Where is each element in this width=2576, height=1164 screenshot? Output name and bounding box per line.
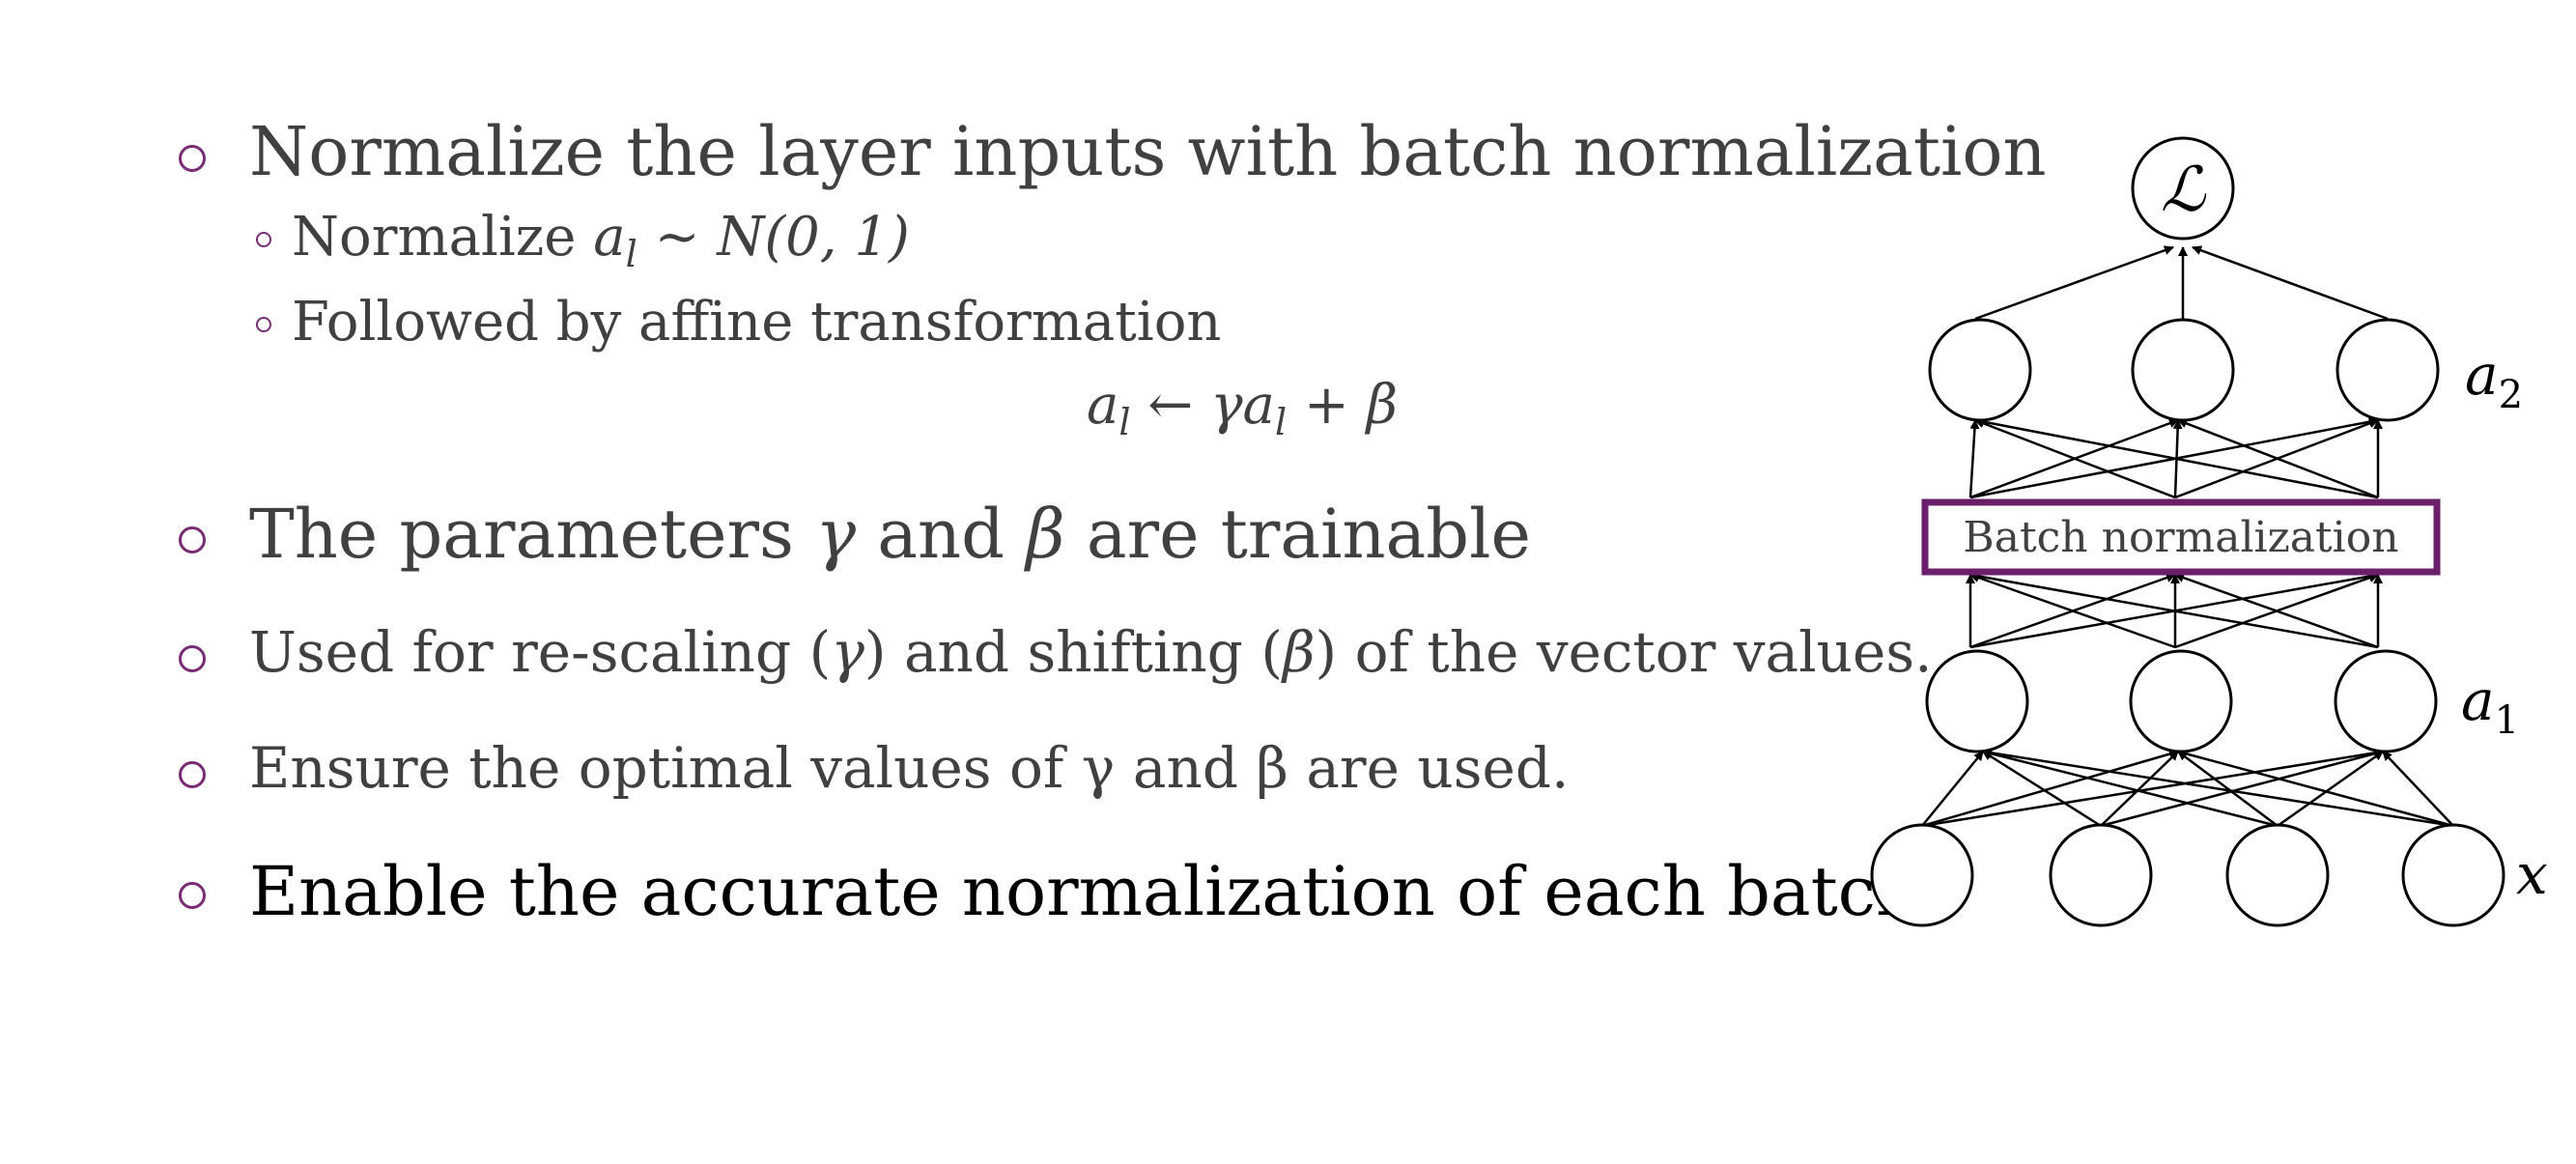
edges-bn-to-a2 — [1968, 416, 2383, 499]
loss-symbol: ℒ — [2161, 155, 2207, 226]
batch-norm-network-diagram: ℒ a2 Batch normalization a1 x — [1870, 136, 2548, 927]
a1-node — [2129, 649, 2233, 753]
label-a2: a2 — [2465, 342, 2523, 417]
a2-node — [1928, 318, 2032, 422]
x-node — [2225, 823, 2330, 927]
edges-a1-to-bn — [1966, 571, 2383, 649]
x-node — [2049, 823, 2153, 927]
x-node — [2401, 823, 2505, 927]
edges-a2-to-loss — [1974, 245, 2389, 321]
a2-node — [2131, 318, 2235, 422]
label-x: x — [2516, 841, 2548, 907]
x-node — [1870, 823, 1974, 927]
batch-norm-label: Batch normalization — [1963, 513, 2398, 562]
edges-x-to-a1 — [1921, 748, 2454, 828]
label-a1: a1 — [2461, 667, 2519, 743]
a2-node — [2335, 318, 2440, 422]
a1-node — [2334, 649, 2438, 753]
a1-node — [1925, 649, 2029, 753]
